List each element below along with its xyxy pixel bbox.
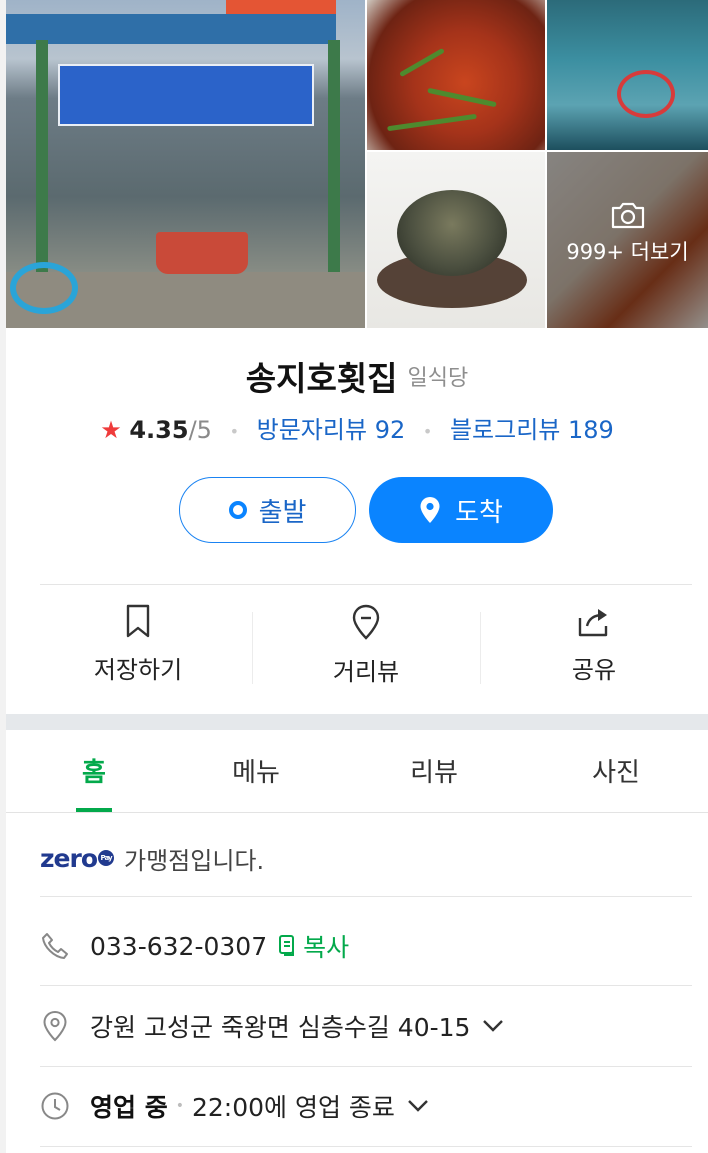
street-view-button[interactable]: 거리뷰 xyxy=(250,604,482,687)
hours-row[interactable]: 영업 중 • 22:00에 영업 종료 xyxy=(40,1084,429,1128)
divider xyxy=(480,612,481,684)
photo-hose-shape xyxy=(10,262,78,314)
address-text: 강원 고성군 죽왕면 심층수길 40-15 xyxy=(90,1013,471,1042)
separator-dot: • xyxy=(422,421,433,441)
depart-label: 출발 xyxy=(258,497,307,528)
photo-roof-shape xyxy=(6,14,336,44)
bookmark-icon xyxy=(126,604,150,638)
copy-label: 복사 xyxy=(303,933,350,962)
zeropay-pay-badge: Pay xyxy=(98,850,115,866)
share-icon xyxy=(578,609,608,637)
divider xyxy=(40,1146,692,1147)
photo-leaf-shape xyxy=(427,87,497,108)
section-gap xyxy=(6,714,708,730)
arrive-label: 도착 xyxy=(455,497,503,528)
star-icon: ★ xyxy=(100,416,122,444)
photo-leaf-shape xyxy=(387,113,477,132)
photo-stew[interactable] xyxy=(367,0,545,150)
hours-detail: 22:00에 영업 종료 xyxy=(191,1093,395,1122)
divider xyxy=(40,896,692,897)
rating-row: ★ 4.35/5 • 방문자리뷰 92 • 블로그리뷰 189 xyxy=(6,410,708,445)
tab-bar: 홈 메뉴 리뷰 사진 xyxy=(6,730,708,813)
share-label: 공유 xyxy=(571,656,617,684)
tab-home[interactable]: 홈 xyxy=(34,752,154,789)
photo-pillar-shape xyxy=(36,40,48,290)
photo-tank-shape xyxy=(156,232,248,274)
blog-reviews-label: 블로그리뷰 xyxy=(449,416,561,444)
visitor-reviews-label: 방문자리뷰 xyxy=(256,416,368,444)
photo-grid: 999+ 더보기 xyxy=(6,0,708,328)
zeropay-row: zero Pay 가맹점입니다. xyxy=(40,838,264,878)
photo-pillar-shape xyxy=(328,40,340,290)
separator-dot: • xyxy=(229,421,239,441)
photo-more-overlay: 999+ 더보기 xyxy=(547,200,708,266)
photo-fish-tank[interactable] xyxy=(547,0,708,150)
title-row: 송지호횟집 일식당 xyxy=(6,352,708,400)
street-view-label: 거리뷰 xyxy=(332,658,400,686)
photo-banner-shape xyxy=(58,64,314,126)
camera-icon xyxy=(611,202,644,229)
rating-max: /5 xyxy=(188,416,212,444)
photo-shell-shape xyxy=(397,190,507,276)
visitor-reviews-count: 92 xyxy=(374,416,406,444)
place-name: 송지호횟집 xyxy=(245,359,398,398)
tab-menu[interactable]: 메뉴 xyxy=(196,752,316,789)
zeropay-text: 가맹점입니다. xyxy=(124,846,265,875)
blog-reviews-link[interactable]: 블로그리뷰 189 xyxy=(450,416,614,444)
photo-more-label: 999+ 더보기 xyxy=(566,240,689,264)
separator-dot: • xyxy=(175,1098,184,1114)
clock-icon xyxy=(40,1091,70,1121)
save-button[interactable]: 저장하기 xyxy=(22,604,254,685)
photo-net-shape xyxy=(617,70,675,118)
street-view-icon xyxy=(352,604,380,640)
blog-reviews-count: 189 xyxy=(568,416,614,444)
action-row: 저장하기 거리뷰 공유 xyxy=(6,604,708,686)
share-button[interactable]: 공유 xyxy=(478,604,708,685)
photo-more[interactable]: 999+ 더보기 xyxy=(547,152,708,328)
photo-abalone[interactable] xyxy=(367,152,545,328)
zeropay-logo: zero Pay xyxy=(40,843,115,873)
chevron-down-icon xyxy=(407,1099,429,1113)
tab-photos[interactable]: 사진 xyxy=(556,752,676,789)
save-label: 저장하기 xyxy=(93,656,183,684)
copy-phone-button[interactable]: 복사 xyxy=(277,928,349,964)
phone-icon xyxy=(40,931,70,961)
chevron-down-icon xyxy=(482,1019,504,1033)
divider xyxy=(40,985,692,986)
copy-icon xyxy=(279,935,295,956)
divider xyxy=(40,584,692,585)
location-icon xyxy=(40,1010,70,1042)
address-row[interactable]: 강원 고성군 죽왕면 심층수길 40-15 xyxy=(40,1004,504,1048)
place-category: 일식당 xyxy=(407,366,469,391)
phone-number[interactable]: 033-632-0307 xyxy=(90,932,267,961)
photo-leaf-shape xyxy=(399,47,445,78)
photo-storefront[interactable] xyxy=(6,0,365,328)
place-panel: 999+ 더보기 송지호횟집 일식당 ★ 4.35/5 • 방문자리뷰 92 • … xyxy=(6,0,708,1153)
origin-dot-icon xyxy=(228,501,247,519)
tab-reviews[interactable]: 리뷰 xyxy=(374,752,494,789)
visitor-reviews-link[interactable]: 방문자리뷰 92 xyxy=(257,416,406,444)
hours-status: 영업 중 xyxy=(90,1093,168,1122)
arrive-button[interactable]: 도착 xyxy=(369,477,553,543)
location-pin-icon xyxy=(420,497,440,523)
depart-button[interactable]: 출발 xyxy=(179,477,356,543)
zeropay-logo-text: zero xyxy=(40,843,98,873)
divider xyxy=(252,612,253,684)
rating-score: 4.35 xyxy=(129,416,189,444)
phone-row: 033-632-0307 복사 xyxy=(40,924,349,968)
divider xyxy=(40,1066,692,1067)
active-tab-indicator xyxy=(76,808,112,812)
